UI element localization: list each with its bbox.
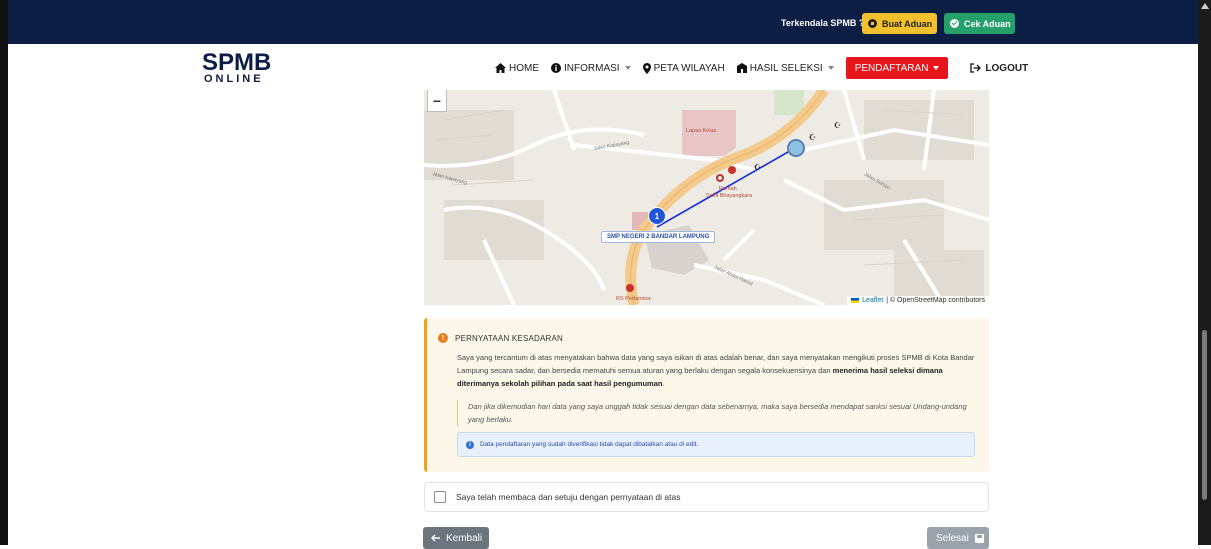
nav-informasi[interactable]: INFORMASI <box>551 58 631 78</box>
finish-button[interactable]: Selesai <box>927 527 989 549</box>
nav-informasi-label: INFORMASI <box>564 62 620 74</box>
check-circle-icon <box>950 19 959 28</box>
info-circle-icon: i <box>466 440 474 449</box>
scrollbar-thumb[interactable] <box>1202 330 1207 500</box>
osm-attribution: | © OpenStreetMap contributors <box>886 297 985 304</box>
svg-text:☪: ☪ <box>809 133 816 142</box>
school-marker[interactable]: 1 <box>648 207 666 225</box>
school-map-label: SMP NEGERI 2 BANDAR LAMPUNG <box>601 231 716 243</box>
buat-aduan-button[interactable]: Buat Aduan <box>862 13 937 34</box>
chevron-down-icon <box>933 66 940 70</box>
school-icon <box>736 63 747 73</box>
cek-aduan-label: Cek Aduan <box>964 18 1011 29</box>
agreement-label[interactable]: Saya telah membaca dan setuju dengan per… <box>456 492 680 502</box>
nav-peta-wilayah-label: PETA WILAYAH <box>653 62 725 74</box>
verification-info-alert: i Data pendaftaran yang sudah diverifika… <box>457 432 975 457</box>
svg-text:Sakit Bhayangkara: Sakit Bhayangkara <box>706 193 753 199</box>
chevron-down-icon <box>624 66 631 70</box>
location-map[interactable]: ☪ ☪ ☪ Jalan Kapayang Jalan Kapayang Jala… <box>424 90 989 305</box>
back-button[interactable]: Kembali <box>423 527 489 549</box>
user-location-marker[interactable] <box>787 139 805 157</box>
finish-label: Selesai <box>936 532 969 544</box>
buat-aduan-label: Buat Aduan <box>882 18 933 29</box>
nav-pendaftaran[interactable]: PENDAFTARAN <box>845 57 949 79</box>
map-tiles: ☪ ☪ ☪ Jalan Kapayang Jalan Kapayang Jala… <box>424 90 989 305</box>
statement-quote: Dan jika dikemudian hari data yang saya … <box>457 400 982 426</box>
nav-hasil-seleksi-label: HASIL SELEKSI <box>749 62 823 74</box>
exclamation-icon: ! <box>438 333 448 343</box>
statement-title: PERNYATAAN KESADARAN <box>455 333 564 343</box>
agreement-checkbox[interactable] <box>434 491 446 503</box>
scroll-up-icon[interactable] <box>1201 3 1209 9</box>
info-icon <box>551 63 561 73</box>
nav-logout[interactable]: LOGOUT <box>970 63 1028 74</box>
svg-text:Lapas Kelas: Lapas Kelas <box>686 128 717 134</box>
cek-aduan-button[interactable]: Cek Aduan <box>944 13 1015 34</box>
map-pin-icon <box>642 62 651 74</box>
awareness-statement: ! PERNYATAAN KESADARAN Saya yang tercant… <box>424 318 989 472</box>
nav-home-label: HOME <box>509 62 539 74</box>
svg-text:☪: ☪ <box>754 163 761 172</box>
logo[interactable]: SPMB ONLINE <box>202 49 292 85</box>
chevron-down-icon <box>827 66 834 70</box>
back-label: Kembali <box>446 532 483 544</box>
home-icon <box>495 63 506 73</box>
map-attribution: Leaflet | © OpenStreetMap contributors <box>847 296 989 305</box>
statement-body-end: . <box>662 379 665 388</box>
nav-peta-wilayah[interactable]: PETA WILAYAH <box>642 58 725 78</box>
page-scrollbar[interactable] <box>1198 0 1211 545</box>
nav-hasil-seleksi[interactable]: HASIL SELEKSI <box>736 58 834 78</box>
statement-header: ! PERNYATAAN KESADARAN <box>438 333 563 343</box>
svg-text:Rumah: Rumah <box>719 186 737 192</box>
save-icon <box>974 533 984 543</box>
verification-info-text: Data pendaftaran yang sudah diverifikasi… <box>480 441 699 448</box>
nav-home[interactable]: HOME <box>495 58 539 78</box>
agreement-row[interactable]: Saya telah membaca dan setuju dengan per… <box>424 482 989 512</box>
svg-text:☪: ☪ <box>834 121 841 130</box>
window-edge <box>0 0 8 545</box>
nav-pendaftaran-label: PENDAFTARAN <box>854 62 929 74</box>
nav-logout-label: LOGOUT <box>985 62 1029 74</box>
zoom-out-button[interactable]: − <box>427 90 447 112</box>
leaflet-link[interactable]: Leaflet <box>862 297 883 304</box>
svg-text:RS Pertamina-: RS Pertamina- <box>616 296 652 302</box>
statement-body: Saya yang tercantum di atas menyatakan b… <box>457 351 982 390</box>
logo-text-spmb: SPMB <box>202 49 272 76</box>
plus-circle-icon <box>868 19 877 28</box>
top-bar: Terkendala SPMB ? Buat Aduan Cek Aduan <box>8 0 1198 44</box>
logout-icon <box>970 63 982 73</box>
app-window: Terkendala SPMB ? Buat Aduan Cek Aduan S… <box>0 0 1211 549</box>
help-text: Terkendala SPMB ? <box>781 18 865 28</box>
main-navbar: SPMB ONLINE HOME INFORMASI PETA WILAYAH … <box>8 44 1198 90</box>
nav-menu: HOME INFORMASI PETA WILAYAH HASIL SELEKS… <box>495 57 1028 79</box>
logo-text-online: ONLINE <box>204 73 264 85</box>
arrow-left-icon <box>431 534 440 542</box>
flag-icon <box>851 298 860 303</box>
